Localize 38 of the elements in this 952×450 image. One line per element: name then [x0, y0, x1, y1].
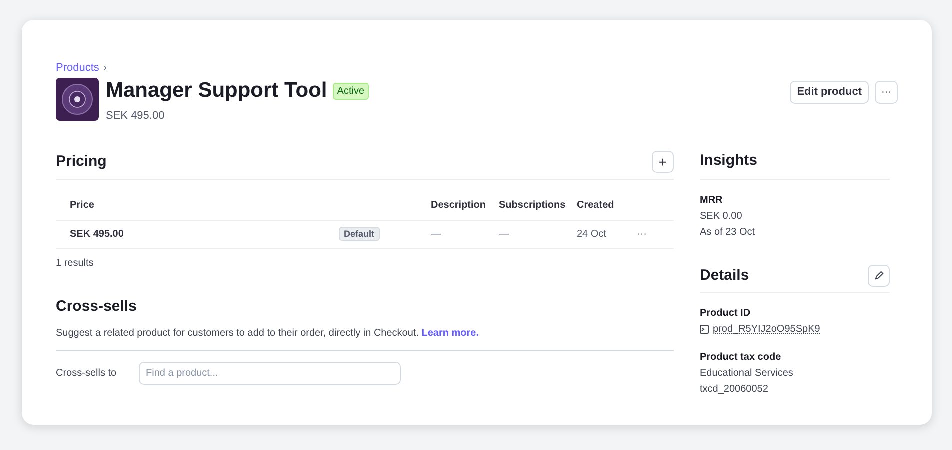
column-header: Created — [577, 200, 614, 212]
edit-details-button[interactable] — [868, 264, 890, 287]
product-logo-icon — [56, 78, 99, 121]
detail-value: Educational Services — [700, 367, 794, 381]
detail-label: Product tax code — [700, 351, 782, 365]
add-price-button[interactable]: + — [652, 150, 674, 173]
column-header: Description — [431, 200, 486, 212]
chevron-icon: › — [103, 60, 108, 76]
detail-value: txcd_20060052 — [700, 383, 768, 397]
learn-more-link[interactable]: Learn more. — [422, 328, 479, 339]
column-header: Price — [70, 200, 94, 212]
column-header: Subscriptions — [499, 200, 566, 212]
metric-label: MRR — [700, 194, 724, 208]
product-id[interactable]: prod_R5YIJ2oO95SpK9 — [713, 322, 820, 337]
section-title: Cross-sells — [56, 296, 138, 316]
section-title: Insights — [700, 151, 758, 172]
metric-date: As of 23 Oct — [700, 226, 756, 240]
metric-value: SEK 0.00 — [700, 210, 744, 224]
product-price: SEK 495.00 — [106, 109, 166, 124]
pencil-icon — [874, 271, 884, 280]
default-badge: Default — [339, 226, 380, 240]
table-cell: — — [499, 228, 509, 240]
table-cell: — — [431, 228, 441, 240]
product-search-field[interactable]: Find a product... — [139, 362, 401, 385]
section-title: Details — [700, 266, 750, 286]
detail-label: Product ID — [700, 307, 752, 321]
price-cell: SEK 495.00 — [70, 228, 124, 240]
results-count: 1 results — [56, 256, 95, 270]
field-label: Cross-sells to — [56, 367, 118, 381]
row-menu-button[interactable]: ··· — [637, 228, 647, 240]
edit-product-button[interactable]: Edit product — [790, 81, 869, 104]
product-title: Manager Support Tool — [106, 78, 328, 104]
breadcrumb-link[interactable]: Products — [56, 60, 100, 76]
cross-sells-description: Suggest a related product for customers to add to their order, directly in Checkout. Learn more. — [56, 328, 479, 339]
table-cell: 24 Oct — [577, 228, 606, 240]
status-badge: Active — [333, 82, 369, 100]
section-title: Pricing — [56, 152, 107, 172]
more-button[interactable]: ··· — [875, 81, 898, 104]
